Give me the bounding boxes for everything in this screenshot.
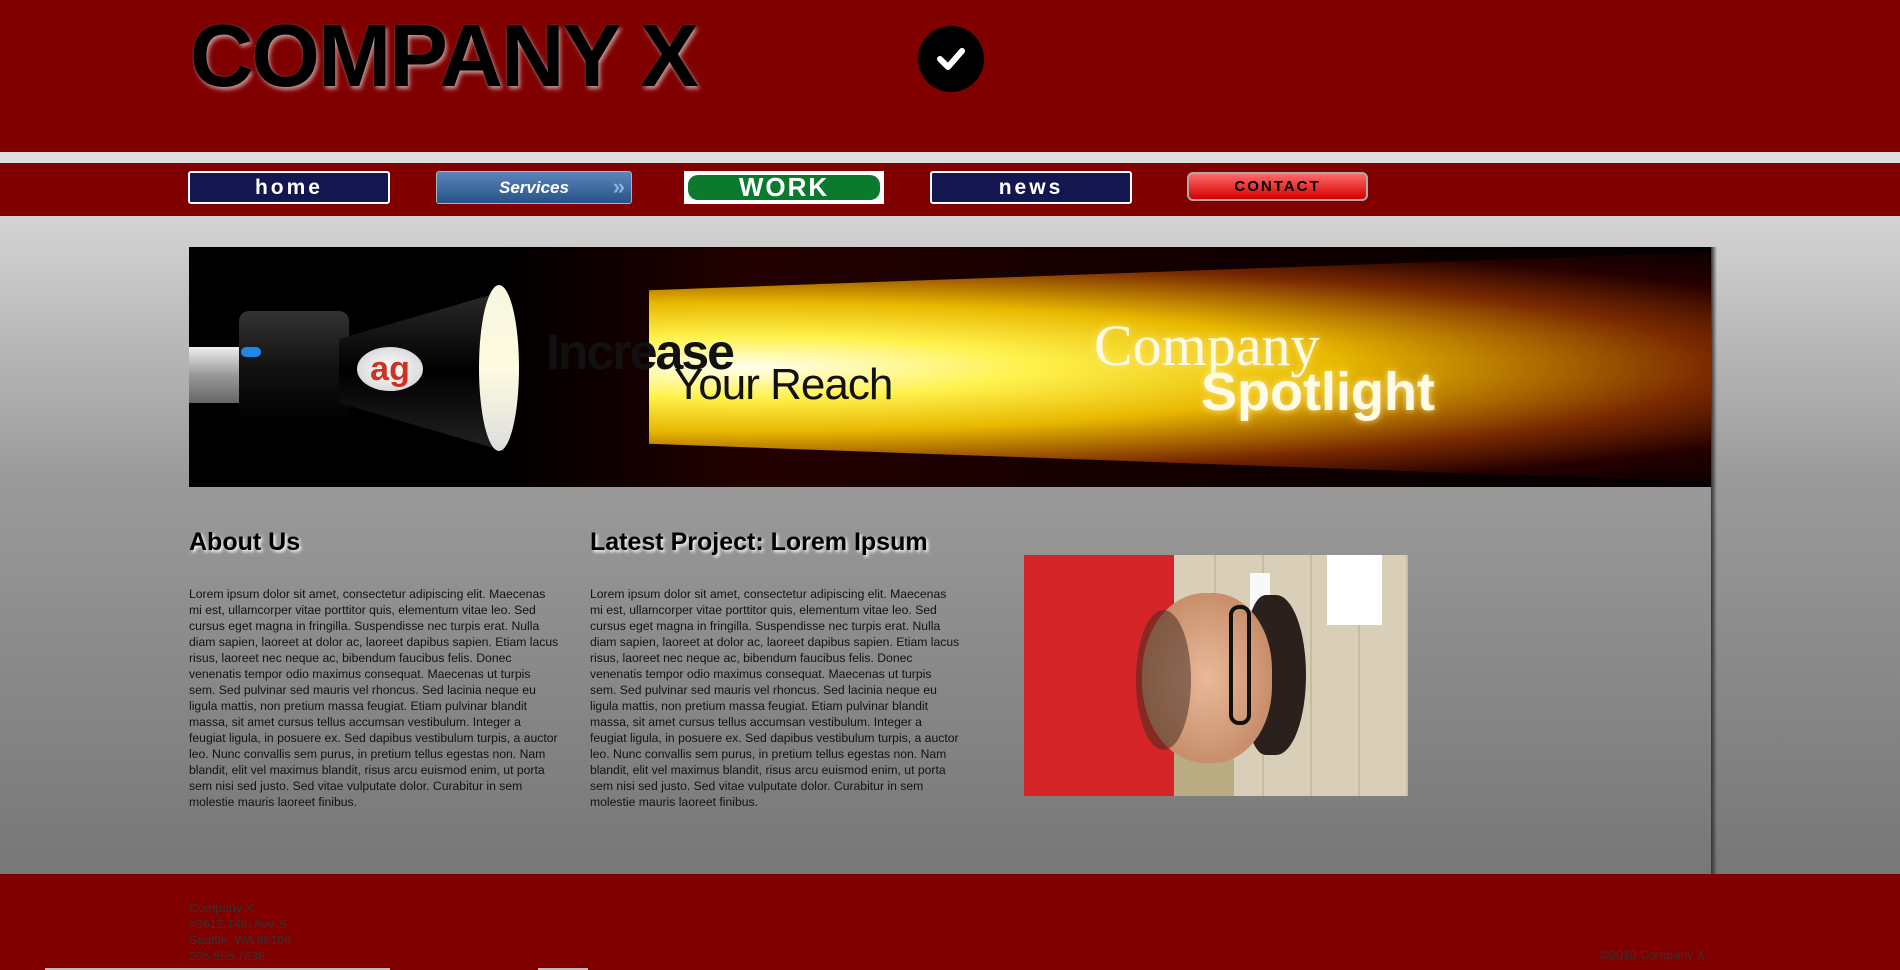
footer-address: Company X #3612 14th Ave S Seattle, WA 9… [189, 900, 291, 964]
company-logo[interactable]: COMPANY X [190, 12, 699, 100]
footer-company: Company X [189, 901, 254, 915]
banner-spotlight-2: Spotlight [1201, 362, 1435, 422]
nav-work-button[interactable]: WORK [684, 171, 884, 204]
photo-window [1327, 555, 1382, 625]
spotlight-banner: ag Increase Your Reach Company Spotlight [189, 247, 1711, 487]
nav-work-label: WORK [688, 172, 880, 202]
about-text: Lorem ipsum dolor sit amet, consectetur … [189, 587, 559, 809]
banner-tagline-2: Your Reach [674, 360, 893, 409]
footer-phone: 205.555.7636 [189, 949, 265, 963]
main-nav: home Services » WORK news CONTACT [0, 163, 1900, 216]
footer-city: Seattle, WA 95108 [189, 933, 292, 947]
site-footer: Company X #3612 14th Ave S Seattle, WA 9… [0, 874, 1900, 970]
content-shadow [1711, 247, 1717, 874]
header-divider [0, 152, 1900, 163]
site-header: COMPANY X [0, 0, 1900, 152]
ag-logo-badge: ag [357, 347, 423, 391]
chevron-right-icon: » [612, 174, 625, 199]
nav-contact-button[interactable]: CONTACT [1187, 172, 1368, 201]
footer-street: #3612 14th Ave S [189, 917, 287, 931]
photo-beard [1136, 610, 1191, 750]
check-mark-icon [937, 48, 965, 70]
check-circle-icon [918, 26, 984, 92]
project-text: Lorem ipsum dolor sit amet, consectetur … [590, 587, 960, 809]
nav-services-label: Services [499, 177, 569, 197]
photo-glasses [1229, 605, 1251, 725]
nav-services-button[interactable]: Services » [436, 171, 632, 204]
nav-news-button[interactable]: news [930, 171, 1132, 204]
flashlight-indicator [241, 347, 261, 357]
project-heading: Latest Project: Lorem Ipsum [590, 528, 928, 556]
project-photo [1024, 555, 1408, 796]
about-heading: About Us [189, 528, 301, 556]
footer-copyright: ©2010 Company X [1600, 948, 1705, 962]
flashlight-ring [239, 311, 349, 425]
flashlight-lens [479, 285, 519, 451]
nav-home-button[interactable]: home [188, 171, 390, 204]
